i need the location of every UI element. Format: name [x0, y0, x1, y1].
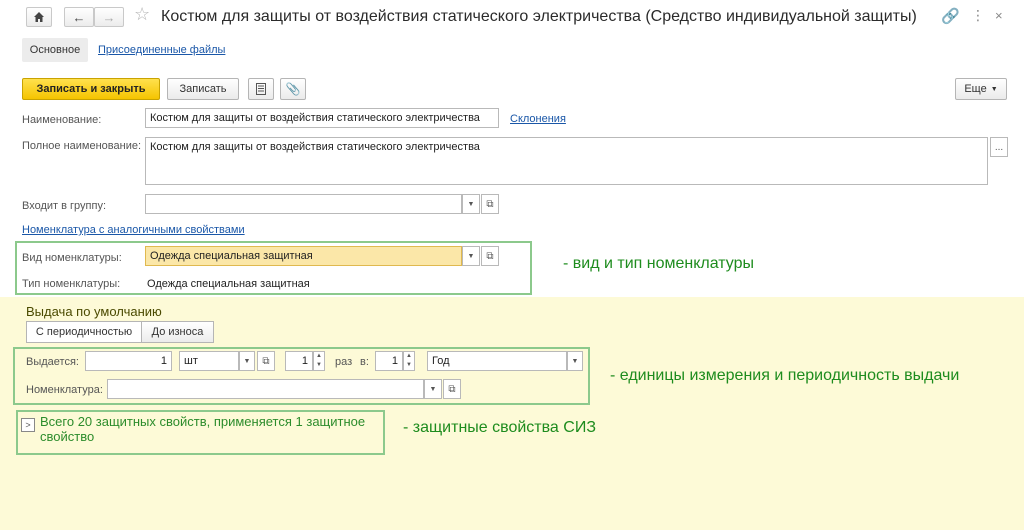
in-label: в:	[360, 356, 369, 368]
page-title: Костюм для защиты от воздействия статиче…	[161, 8, 917, 25]
name-input[interactable]: Костюм для защиты от воздействия статиче…	[145, 108, 499, 128]
tab-attached-files[interactable]: Присоединенные файлы	[98, 44, 225, 56]
save-label: Записать	[179, 83, 227, 95]
open-copy-icon: ⧉	[486, 198, 494, 210]
chevron-up-icon: ▲	[406, 353, 412, 359]
more-button[interactable]: Еще ▼	[955, 78, 1007, 100]
arrow-left-icon: ←	[72, 9, 86, 25]
document-list-icon	[256, 83, 266, 95]
times-label: раз	[335, 356, 353, 368]
forward-button[interactable]: →	[94, 7, 124, 27]
kind-open-button[interactable]: ⧉	[481, 246, 499, 266]
report-button[interactable]	[248, 78, 274, 100]
times-stepper[interactable]: ▲ ▼	[313, 351, 325, 371]
issue-mode-tabs: С периодичностью До износа	[26, 321, 214, 343]
issued-label: Выдается:	[26, 356, 79, 368]
declensions-link[interactable]: Склонения	[510, 113, 566, 125]
home-button[interactable]	[26, 7, 52, 27]
period-quantity-input[interactable]: 1	[375, 351, 403, 371]
period-dropdown-button[interactable]: ▼	[567, 351, 583, 371]
save-and-close-button[interactable]: Записать и закрыть	[22, 78, 160, 100]
nomenclature-open-button[interactable]: ⧉	[443, 379, 461, 399]
close-icon[interactable]: ×	[995, 8, 1003, 23]
chevron-down-icon: ▼	[406, 362, 412, 368]
paperclip-icon: 📎	[285, 82, 301, 96]
quantity-input[interactable]: 1	[85, 351, 172, 371]
period-quantity-stepper[interactable]: ▲ ▼	[403, 351, 415, 371]
similar-nomenclature-link[interactable]: Номенклатура с аналогичными свойствами	[22, 224, 245, 236]
kind-dropdown-button[interactable]: ▼	[462, 246, 480, 266]
period-select[interactable]: Год	[427, 351, 567, 371]
more-label: Еще	[964, 83, 987, 95]
type-label: Тип номенклатуры:	[22, 278, 121, 290]
chevron-down-icon: ▼	[467, 252, 475, 260]
chevron-right-icon: >	[25, 420, 31, 430]
star-icon[interactable]: ☆	[134, 4, 150, 25]
group-input[interactable]	[145, 194, 462, 214]
unit-input[interactable]: шт	[179, 351, 239, 371]
chevron-down-icon: ▼	[571, 357, 579, 365]
group-label: Входит в группу:	[22, 200, 106, 212]
open-copy-icon: ⧉	[486, 250, 494, 262]
chevron-down-icon: ▼	[467, 200, 475, 208]
unit-open-button[interactable]: ⧉	[257, 351, 275, 371]
tab-until-worn-label: До износа	[151, 326, 204, 338]
chevron-down-icon: ▼	[316, 362, 322, 368]
expand-properties-button[interactable]: >	[21, 418, 35, 432]
more-vertical-icon[interactable]: ⋮	[971, 7, 985, 24]
kind-input[interactable]: Одежда специальная защитная	[145, 246, 462, 266]
home-icon	[34, 12, 44, 22]
protective-properties-summary[interactable]: Всего 20 защитных свойств, применяется 1…	[40, 414, 375, 444]
group-open-button[interactable]: ⧉	[481, 194, 499, 214]
chevron-down-icon: ▼	[429, 385, 437, 393]
full-name-label: Полное наименование:	[22, 140, 142, 152]
times-input[interactable]: 1	[285, 351, 313, 371]
tab-main[interactable]: Основное	[22, 38, 88, 62]
nomenclature-label: Номенклатура:	[26, 384, 103, 396]
arrow-right-icon: →	[102, 9, 116, 25]
kind-label: Вид номенклатуры:	[22, 252, 122, 264]
annotation-kind-type: - вид и тип номенклатуры	[563, 255, 755, 272]
chevron-down-icon: ▼	[243, 357, 251, 365]
type-value: Одежда специальная защитная	[147, 278, 310, 290]
tab-with-periodicity[interactable]: С периодичностью	[27, 322, 142, 342]
open-copy-icon: ⧉	[448, 383, 456, 395]
unit-dropdown-button[interactable]: ▼	[239, 351, 255, 371]
tab-with-periodicity-label: С периодичностью	[35, 326, 133, 338]
annotation-units-period: - единицы измерения и периодичность выда…	[610, 367, 960, 384]
save-and-close-label: Записать и закрыть	[36, 83, 146, 95]
back-button[interactable]: ←	[64, 7, 94, 27]
name-label: Наименование:	[22, 114, 102, 126]
tab-until-worn[interactable]: До износа	[142, 322, 213, 342]
nomenclature-input[interactable]	[107, 379, 424, 399]
issue-header: Выдача по умолчанию	[26, 304, 162, 319]
ellipsis-icon: ...	[994, 141, 1004, 153]
full-name-input[interactable]: Костюм для защиты от воздействия статиче…	[145, 137, 988, 185]
chevron-down-icon: ▼	[990, 85, 998, 93]
full-name-expand-button[interactable]: ...	[990, 137, 1008, 157]
attach-button[interactable]: 📎	[280, 78, 306, 100]
group-dropdown-button[interactable]: ▼	[462, 194, 480, 214]
tab-main-label: Основное	[29, 44, 81, 56]
annotation-protective: - защитные свойства СИЗ	[403, 419, 596, 436]
save-button[interactable]: Записать	[167, 78, 239, 100]
link-icon[interactable]: 🔗	[941, 7, 960, 25]
chevron-up-icon: ▲	[316, 353, 322, 359]
open-copy-icon: ⧉	[262, 355, 270, 367]
nomenclature-dropdown-button[interactable]: ▼	[424, 379, 442, 399]
